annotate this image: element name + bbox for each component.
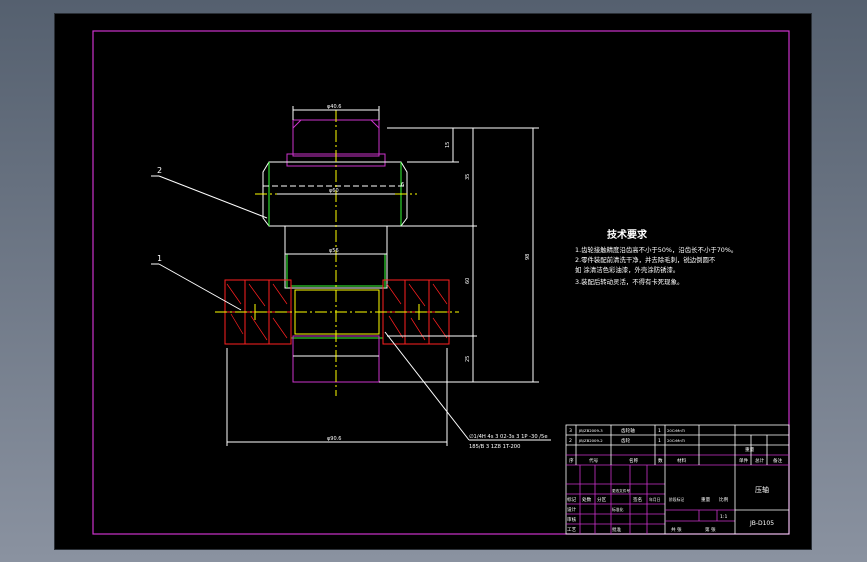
bom-row-name: 齿轮轴 <box>621 427 635 434</box>
dim-v2: 35 <box>465 174 471 180</box>
bom-row-code: JB/ZB2009-3 <box>578 428 603 433</box>
label-zone: 分区 <box>597 496 607 503</box>
dim-mid-dia: φ56 <box>329 248 339 254</box>
bom-row-no: 2 <box>569 438 572 444</box>
label-weight: 重量 <box>701 496 711 503</box>
bom-header-cell: 序 <box>569 457 574 464</box>
label-review: 审核 <box>567 516 577 523</box>
callout-leader-2 <box>158 175 268 219</box>
drawing-code: JB-D105 <box>749 520 774 527</box>
label-mark: 标记 <box>567 496 577 503</box>
dim-v3: 60 <box>465 278 471 284</box>
dim-bottom-width: φ90.6 <box>327 436 341 442</box>
bom-row-qty: 1 <box>658 428 661 434</box>
callout-1: 1 <box>157 254 162 263</box>
technical-requirements: 技术要求 1.齿轮接触精度沿齿高不小于50%，沿齿长不小于70%。 2.零件装配… <box>575 228 737 286</box>
bom-row-material: 20CrMnTi <box>667 428 685 433</box>
dim-side-mark: 6 <box>401 182 404 188</box>
label-stage-mark: 阶段标记 <box>669 497 684 502</box>
bom-header-cell: 代号 <box>589 457 599 464</box>
dim-gear-dia: φ60 <box>329 188 339 194</box>
label-design: 设计 <box>567 506 577 513</box>
fit-note-line2: 185/B 3 1Z8 1T-200 <box>469 444 520 450</box>
bom-header-cell: 名称 <box>629 457 639 464</box>
bom-header-cell: 备注 <box>773 457 783 464</box>
title-block-text: 3 JB/ZB2009-3 齿轮轴 1 20CrMnTi 2 JB/ZB2009… <box>567 427 783 533</box>
bom-row-material: 20CrMnTi <box>667 438 685 443</box>
scale-value: 1:1 <box>720 514 727 520</box>
dim-v-total: 98 <box>525 254 531 260</box>
fit-note: ∅1/4H 4s 3 02-3s 3 1P -30 /5e 185/B 3 1Z… <box>469 434 548 450</box>
label-date: 年月日 <box>649 497 661 502</box>
fit-note-line1: ∅1/4H 4s 3 02-3s 3 1P -30 /5e <box>469 434 548 440</box>
label-change-doc: 更改文件号 <box>612 488 630 493</box>
label-sheet-no: 第 张 <box>705 526 716 533</box>
bom-row-name: 齿轮 <box>621 437 631 444</box>
tech-req-heading: 技术要求 <box>607 228 648 241</box>
bom-row-qty: 1 <box>658 438 661 444</box>
bom-header-cell: 单件 <box>739 457 749 464</box>
cad-drawing: φ40.6 φ60 φ56 φ90.6 15 35 60 25 98 6 2 1… <box>92 30 790 535</box>
bom-header-cell: 总计 <box>755 457 765 464</box>
label-standardize: 标准化 <box>612 507 624 512</box>
callout-labels: 2 1 <box>157 166 162 263</box>
cad-drawing-viewport[interactable]: φ40.6 φ60 φ56 φ90.6 15 35 60 25 98 6 2 1… <box>54 13 812 550</box>
callout-2: 2 <box>157 166 162 175</box>
drawing-name: 压轴 <box>755 485 769 494</box>
label-scale: 比例 <box>719 496 729 503</box>
bom-header-weight: 重量 <box>745 446 755 453</box>
label-signature: 签名 <box>633 496 642 503</box>
bom-row-code: JB/ZB2009-2 <box>578 438 603 443</box>
tech-req-item: 2.零件装配前清洗干净，并去除毛刺，锐边倒圆不 <box>575 255 716 264</box>
tech-req-item: 3.装配后转动灵活，不得有卡死现象。 <box>575 277 683 286</box>
label-approve: 批准 <box>612 526 622 533</box>
tech-req-item: 1.齿轮接触精度沿齿高不小于50%，沿齿长不小于70%。 <box>575 245 737 254</box>
tech-req-item: 如 涂清洁色彩油漆，外壳涂防锈漆。 <box>575 265 679 274</box>
dim-v1: 15 <box>445 142 451 148</box>
assembly-view <box>151 106 551 446</box>
dim-v4: 25 <box>465 356 471 362</box>
label-sheets: 共 张 <box>671 526 682 533</box>
bom-header-cell: 材料 <box>677 457 687 464</box>
dimension-labels: φ40.6 φ60 φ56 φ90.6 15 35 60 25 98 6 <box>327 104 531 442</box>
dim-top-dia: φ40.6 <box>327 104 341 110</box>
bom-row-no: 3 <box>569 428 572 434</box>
bom-header-cell: 数 <box>658 457 663 464</box>
fit-note-leader <box>384 331 470 441</box>
label-process: 工艺 <box>567 527 577 533</box>
label-count: 处数 <box>582 496 592 503</box>
